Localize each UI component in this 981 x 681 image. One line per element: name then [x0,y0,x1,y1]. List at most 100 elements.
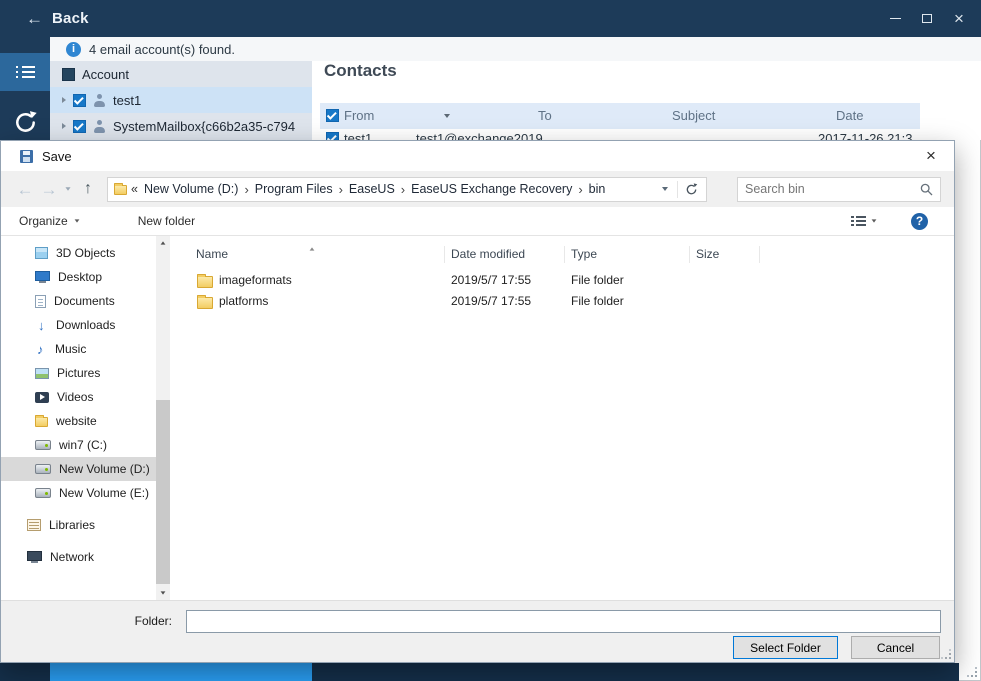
info-bar: i 4 email account(s) found. [50,37,981,61]
breadcrumb-segment[interactable]: New Volume (D:) [141,182,241,196]
breadcrumb-segment[interactable]: bin [586,182,609,196]
sidebar-item-network[interactable]: Network [1,545,156,569]
dialog-resize-grip[interactable] [941,649,951,659]
systemmailbox-checkbox[interactable] [73,119,86,133]
sidebar-scrollbar[interactable] [156,236,170,600]
address-dropdown-icon[interactable] [657,187,673,191]
expander-icon[interactable] [62,97,66,103]
maximize-icon [922,14,932,23]
sidebar-item-documents[interactable]: Documents [1,289,156,313]
column-subject[interactable]: Subject [672,108,715,123]
column-from[interactable]: From [344,108,374,123]
search-icon[interactable] [920,183,933,196]
mailbox-icon [93,119,106,133]
recovery-button[interactable] [0,103,50,141]
network-icon [27,550,42,563]
menu-button[interactable] [0,53,50,91]
breadcrumb-segment[interactable]: EaseUS [346,182,398,196]
file-row-imageformats[interactable]: imageformats 2019/5/7 17:55 File folder [173,270,954,291]
new-folder-button[interactable]: New folder [138,214,195,228]
account-checkbox[interactable] [62,67,75,81]
sidebar-item-music[interactable]: Music [1,337,156,361]
sidebar-item-label: New Volume (D:) [59,462,150,476]
dialog-toolbar: Organize New folder ? [1,207,954,236]
column-date[interactable]: Date [836,108,863,123]
sidebar-item-videos[interactable]: Videos [1,385,156,409]
breadcrumb-segment[interactable]: EaseUS Exchange Recovery [408,182,575,196]
sidebar-item-win7-c[interactable]: win7 (C:) [1,433,156,457]
minimize-button[interactable] [879,0,911,37]
drive-icon [35,464,51,474]
breadcrumb-separator-icon[interactable]: › [398,182,408,197]
select-folder-button[interactable]: Select Folder [733,636,838,659]
3d-objects-icon [35,247,48,259]
breadcrumb-separator-icon[interactable]: › [241,182,251,197]
drive-icon [35,440,51,450]
breadcrumb-segment[interactable]: Program Files [252,182,336,196]
scrollbar-thumb[interactable] [156,400,170,584]
address-bar[interactable]: « New Volume (D:) › Program Files › Ease… [107,176,707,202]
column-divider [689,246,690,263]
sidebar-item-libraries[interactable]: Libraries [1,513,156,537]
sidebar-item-label: Documents [54,294,115,308]
cancel-button[interactable]: Cancel [851,636,940,659]
nav-back-button[interactable]: ← [13,181,37,198]
folder-name-input[interactable] [186,610,941,633]
tree-row-account[interactable]: Account [50,61,312,87]
test1-checkbox[interactable] [73,93,86,107]
breadcrumb-separator-icon[interactable]: › [575,182,585,197]
select-all-checkbox[interactable] [326,109,339,122]
maximize-button[interactable] [911,0,943,37]
dialog-close-button[interactable]: × [908,141,954,171]
breadcrumb-separator-icon[interactable]: › [336,182,346,197]
sidebar-item-3d-objects[interactable]: 3D Objects [1,241,156,265]
nav-up-button[interactable]: ↑ [75,181,101,197]
sidebar-item-label: New Volume (E:) [59,486,150,500]
expander-icon[interactable] [62,123,66,129]
sidebar-item-new-volume-e[interactable]: New Volume (E:) [1,481,156,505]
website-folder-icon [35,415,48,427]
column-type[interactable]: Type [571,247,597,261]
organize-button[interactable]: Organize [19,214,80,228]
refresh-button[interactable] [682,182,703,196]
sidebar-item-new-volume-d[interactable]: New Volume (D:) [1,457,156,481]
contacts-table-header: From To Subject Date [320,103,920,129]
sidebar-item-website[interactable]: website [1,409,156,433]
column-date-modified[interactable]: Date modified [451,247,525,261]
column-name[interactable]: Name [196,247,228,261]
row-checkbox[interactable] [326,132,339,140]
scroll-up-button[interactable] [156,236,170,250]
file-row-platforms[interactable]: platforms 2019/5/7 17:55 File folder [173,291,954,312]
sidebar-item-pictures[interactable]: Pictures [1,361,156,385]
close-button[interactable]: × [943,0,975,37]
breadcrumb-overflow-icon[interactable]: « [127,182,141,196]
tree-row-systemmailbox[interactable]: SystemMailbox{c66b2a35-c794 [50,113,312,139]
column-to[interactable]: To [538,108,552,123]
info-icon: i [66,41,81,57]
contacts-title: Contacts [324,61,397,80]
nav-forward-button[interactable]: → [37,181,61,198]
folder-icon [197,295,213,309]
dialog-titlebar: Save × [1,141,954,171]
column-size[interactable]: Size [696,247,719,261]
chevron-down-icon [871,219,877,223]
window-resize-grip[interactable] [967,667,977,677]
from-dropdown-icon[interactable] [444,114,450,118]
back-button-label: Back [52,10,89,27]
hamburger-icon [15,63,35,81]
search-input[interactable] [745,182,920,196]
help-button[interactable]: ? [911,212,928,230]
row-from: test1 [344,131,373,140]
row-to: test1@exchange2019 [416,131,543,140]
contacts-panel: Contacts From To Subject Date test1 test… [312,61,981,140]
tree-row-test1[interactable]: test1 [50,87,312,113]
nav-history-dropdown[interactable] [61,187,75,191]
scroll-down-button[interactable] [156,586,170,600]
contacts-row-partial[interactable]: test1 test1@exchange2019 2017-11-26 21:3 [320,129,920,140]
search-box [737,176,941,202]
column-divider [564,246,565,263]
sidebar-item-downloads[interactable]: Downloads [1,313,156,337]
sidebar-item-desktop[interactable]: Desktop [1,265,156,289]
change-view-button[interactable] [851,215,877,227]
back-button[interactable]: ← Back [26,10,89,27]
